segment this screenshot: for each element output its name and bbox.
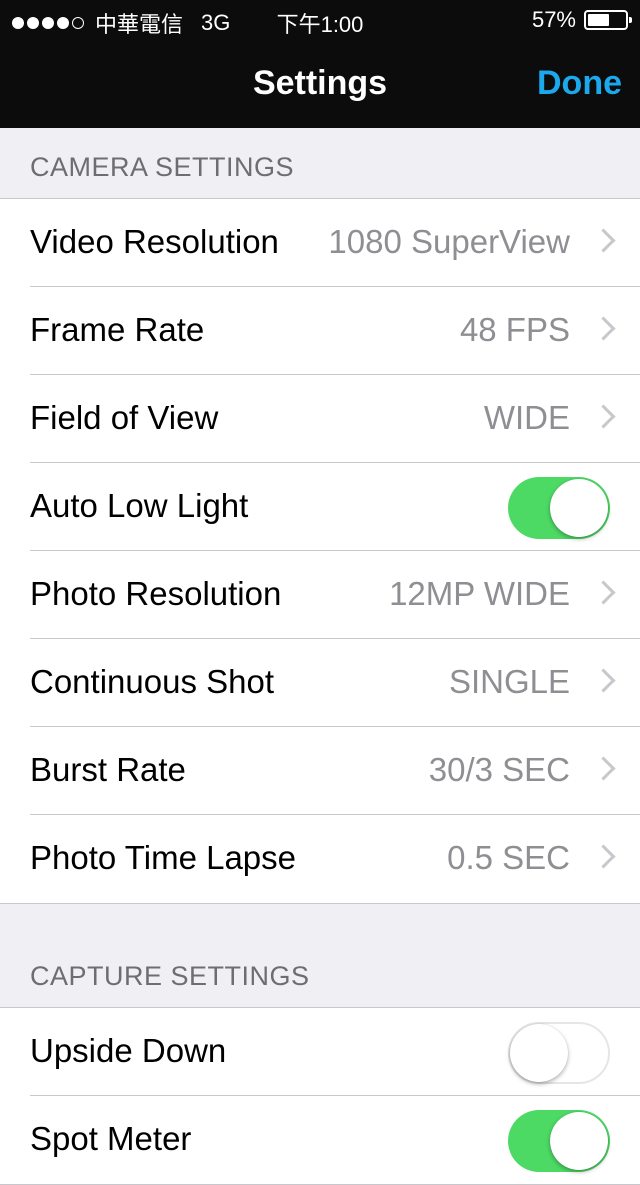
status-bar: 中華電信 3G 下午1:00 57% xyxy=(0,0,640,40)
burst-rate-row[interactable]: Burst Rate 30/3 SEC xyxy=(0,727,640,815)
upside-down-row: Upside Down xyxy=(0,1008,640,1096)
photo-resolution-row[interactable]: Photo Resolution 12MP WIDE xyxy=(0,551,640,639)
status-right: 57% xyxy=(531,7,632,33)
battery-level xyxy=(588,14,609,26)
frame-rate-row[interactable]: Frame Rate 48 FPS xyxy=(0,287,640,375)
video-resolution-row[interactable]: Video Resolution 1080 SuperView xyxy=(0,199,640,287)
spot-meter-toggle[interactable] xyxy=(508,1110,610,1172)
chevron-right-icon xyxy=(591,756,616,781)
row-label: Auto Low Light xyxy=(30,487,249,524)
camera-settings-group: Video Resolution 1080 SuperView Frame Ra… xyxy=(0,198,640,904)
row-label: Upside Down xyxy=(30,1032,227,1069)
row-label: Spot Meter xyxy=(30,1120,192,1157)
row-value: WIDE xyxy=(483,399,570,436)
chevron-right-icon xyxy=(591,316,616,341)
row-value: SINGLE xyxy=(448,663,570,700)
row-label: Frame Rate xyxy=(30,311,205,348)
continuous-shot-row[interactable]: Continuous Shot SINGLE xyxy=(0,639,640,727)
chevron-right-icon xyxy=(591,668,616,693)
chevron-right-icon xyxy=(591,404,616,429)
row-value: 30/3 SEC xyxy=(428,751,570,788)
row-value: 1080 SuperView xyxy=(328,223,570,260)
chevron-right-icon xyxy=(591,844,616,869)
navigation-bar: Settings Done xyxy=(0,40,640,128)
row-value: 12MP WIDE xyxy=(389,575,570,612)
upside-down-toggle[interactable] xyxy=(508,1022,610,1084)
camera-settings-header: CAMERA SETTINGS xyxy=(30,152,295,182)
row-value: 0.5 SEC xyxy=(447,839,570,876)
row-value: 48 FPS xyxy=(459,311,570,348)
done-button[interactable]: Done xyxy=(537,64,622,103)
battery-icon xyxy=(584,10,632,30)
row-label: Photo Resolution xyxy=(30,575,282,612)
capture-settings-group: Upside Down Spot Meter xyxy=(0,1007,640,1185)
field-of-view-row[interactable]: Field of View WIDE xyxy=(0,375,640,463)
row-label: Burst Rate xyxy=(30,751,186,788)
chevron-right-icon xyxy=(591,580,616,605)
row-label: Continuous Shot xyxy=(30,663,275,700)
chevron-right-icon xyxy=(591,228,616,253)
photo-time-lapse-row[interactable]: Photo Time Lapse 0.5 SEC xyxy=(0,815,640,903)
capture-settings-header: CAPTURE SETTINGS xyxy=(30,961,310,991)
row-label: Photo Time Lapse xyxy=(30,839,296,876)
battery-percent: 57% xyxy=(531,7,576,32)
auto-low-light-toggle[interactable] xyxy=(508,477,610,539)
spot-meter-row: Spot Meter xyxy=(0,1096,640,1184)
row-label: Video Resolution xyxy=(30,223,279,260)
auto-low-light-row: Auto Low Light xyxy=(0,463,640,551)
row-label: Field of View xyxy=(30,399,219,436)
